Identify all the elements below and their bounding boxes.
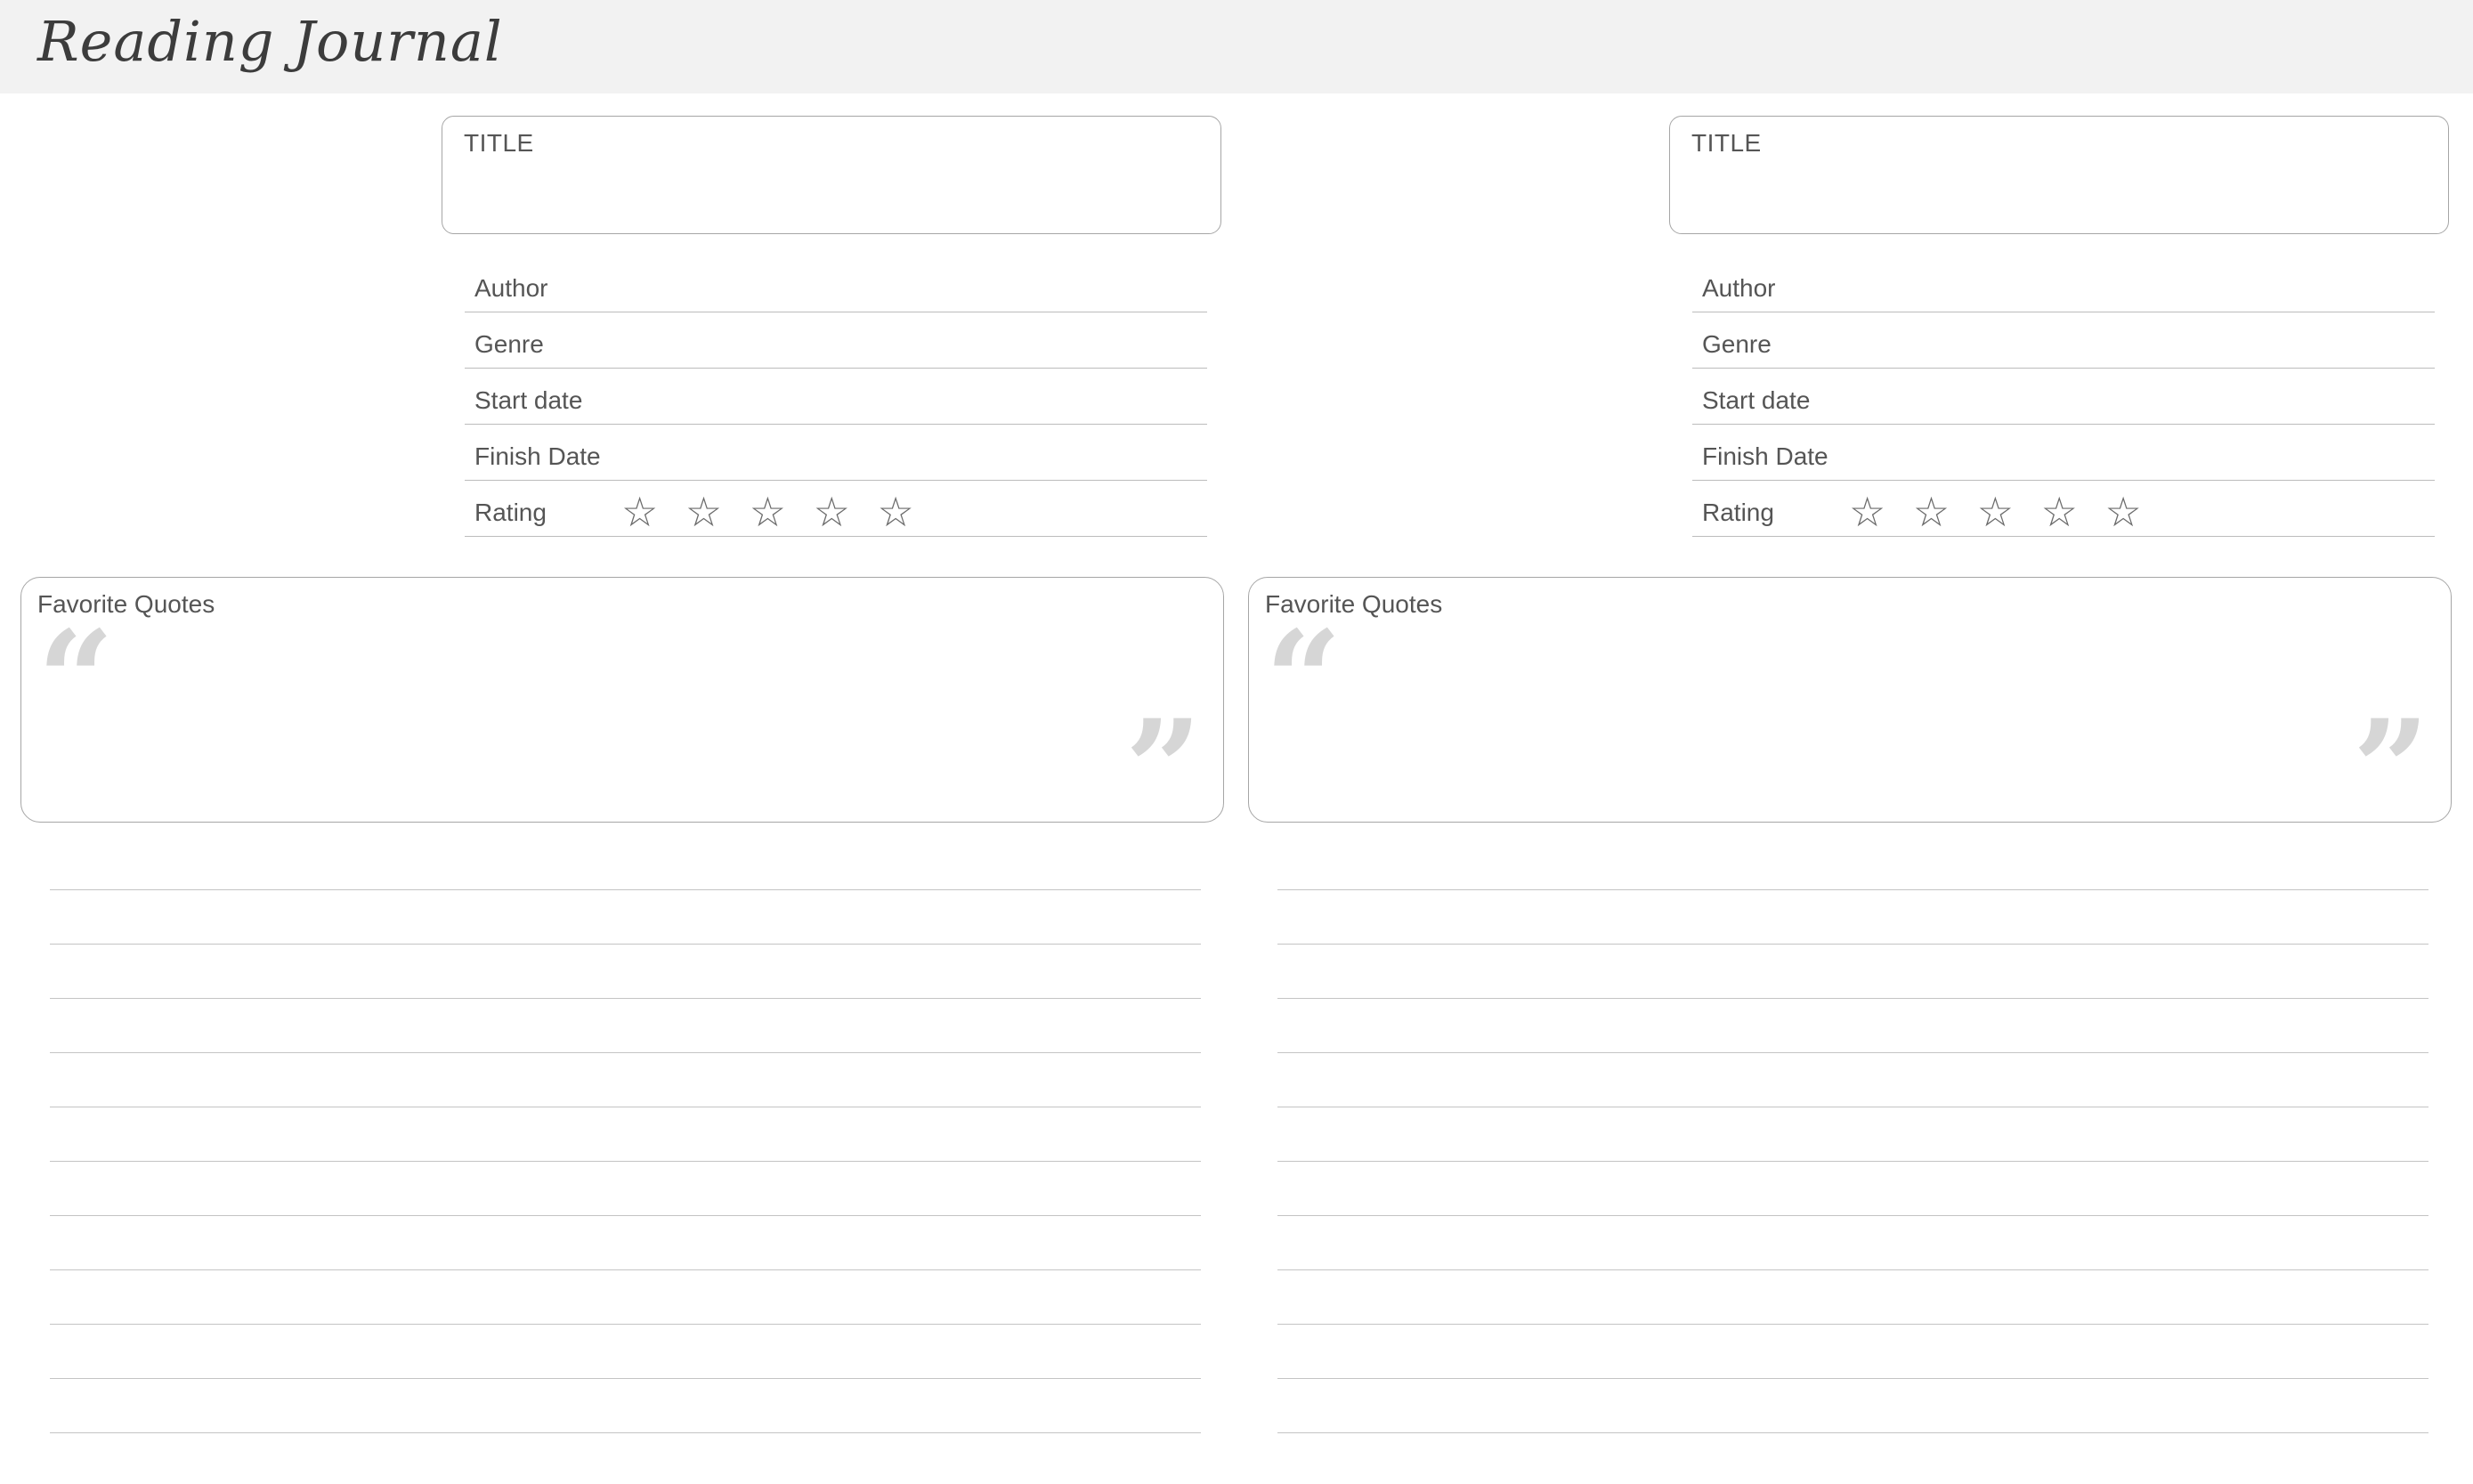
genre-field[interactable]: Genre — [465, 312, 1207, 369]
note-line — [50, 1325, 1201, 1379]
close-quote-icon: ” — [1124, 691, 1202, 847]
title-label: TITLE — [1691, 129, 1762, 157]
title-field[interactable]: TITLE — [1669, 116, 2449, 234]
notes-lines[interactable] — [1277, 836, 2428, 1433]
note-line — [50, 999, 1201, 1053]
star-icon[interactable]: ☆ — [1849, 491, 1893, 532]
finish-date-label: Finish Date — [474, 442, 601, 470]
journal-title: Reading Journal — [37, 9, 503, 74]
start-date-label: Start date — [1702, 386, 1811, 414]
note-line — [1277, 1270, 2428, 1325]
note-line — [1277, 890, 2428, 945]
author-label: Author — [1702, 274, 1776, 302]
note-line — [1277, 999, 2428, 1053]
open-quote-icon: “ — [1265, 602, 1342, 758]
rating-field: Rating ☆ ☆ ☆ ☆ ☆ — [1692, 481, 2435, 537]
genre-label: Genre — [474, 330, 544, 358]
note-line — [1277, 1379, 2428, 1433]
star-rating: ☆ ☆ ☆ ☆ ☆ — [621, 491, 921, 532]
author-field[interactable]: Author — [1692, 256, 2435, 312]
rating-field: Rating ☆ ☆ ☆ ☆ ☆ — [465, 481, 1207, 537]
title-field[interactable]: TITLE — [442, 116, 1221, 234]
start-date-field[interactable]: Start date — [465, 369, 1207, 425]
close-quote-icon: ” — [2352, 691, 2429, 847]
genre-label: Genre — [1702, 330, 1772, 358]
finish-date-field[interactable]: Finish Date — [465, 425, 1207, 481]
note-line — [50, 1379, 1201, 1433]
note-line — [50, 1107, 1201, 1162]
rating-label: Rating — [474, 499, 547, 526]
note-line — [1277, 945, 2428, 999]
author-field[interactable]: Author — [465, 256, 1207, 312]
note-line — [50, 836, 1201, 890]
star-icon[interactable]: ☆ — [2105, 491, 2149, 532]
note-line — [1277, 1216, 2428, 1270]
star-icon[interactable]: ☆ — [750, 491, 793, 532]
title-label: TITLE — [464, 129, 534, 157]
header-bar: Reading Journal — [0, 0, 2473, 93]
note-line — [1277, 1053, 2428, 1107]
finish-date-label: Finish Date — [1702, 442, 1828, 470]
author-label: Author — [474, 274, 548, 302]
star-icon[interactable]: ☆ — [621, 491, 665, 532]
open-quote-icon: “ — [37, 602, 115, 758]
note-line — [50, 890, 1201, 945]
star-icon[interactable]: ☆ — [1913, 491, 1957, 532]
note-line — [50, 1216, 1201, 1270]
note-line — [1277, 1162, 2428, 1216]
note-line — [1277, 1325, 2428, 1379]
star-rating: ☆ ☆ ☆ ☆ ☆ — [1849, 491, 2149, 532]
note-line — [50, 1270, 1201, 1325]
note-line — [1277, 1107, 2428, 1162]
note-line — [50, 1053, 1201, 1107]
genre-field[interactable]: Genre — [1692, 312, 2435, 369]
book-details: Author Genre Start date Finish Date Rati… — [465, 256, 1207, 537]
star-icon[interactable]: ☆ — [685, 491, 729, 532]
note-line — [50, 1162, 1201, 1216]
note-line — [50, 945, 1201, 999]
favorite-quotes-box[interactable]: Favorite Quotes “ ” — [1248, 577, 2452, 836]
finish-date-field[interactable]: Finish Date — [1692, 425, 2435, 481]
start-date-label: Start date — [474, 386, 583, 414]
start-date-field[interactable]: Start date — [1692, 369, 2435, 425]
book-details: Author Genre Start date Finish Date Rati… — [1692, 256, 2435, 537]
notes-lines[interactable] — [50, 836, 1201, 1433]
rating-label: Rating — [1702, 499, 1774, 526]
star-icon[interactable]: ☆ — [2041, 491, 2085, 532]
star-icon[interactable]: ☆ — [814, 491, 857, 532]
note-line — [1277, 836, 2428, 890]
favorite-quotes-box[interactable]: Favorite Quotes “ ” — [20, 577, 1224, 836]
star-icon[interactable]: ☆ — [878, 491, 921, 532]
star-icon[interactable]: ☆ — [1977, 491, 2021, 532]
